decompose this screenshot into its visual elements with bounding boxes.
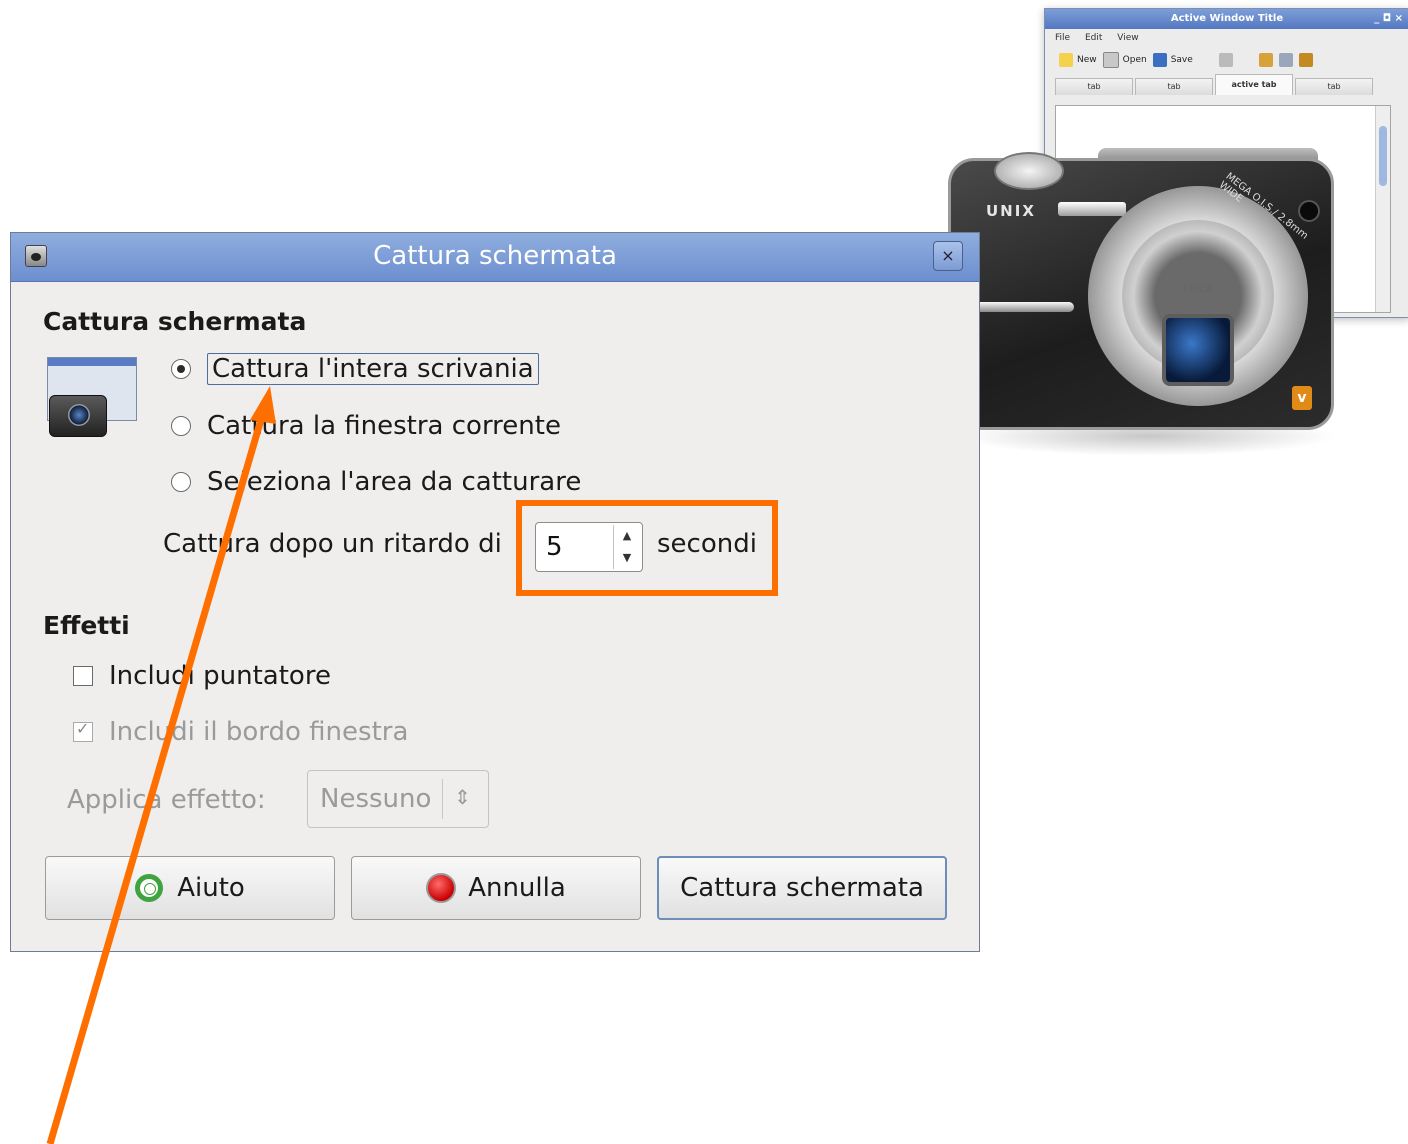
- background-window-toolbar: New Open Save: [1045, 47, 1408, 73]
- help-button[interactable]: Aiuto: [45, 856, 335, 920]
- camera-lens-brand: LEICA: [1184, 284, 1213, 295]
- mini-tab-active: active tab: [1215, 74, 1293, 95]
- option-current-window-label[interactable]: Cattura la finestra corrente: [207, 411, 561, 441]
- copy-icon: [1278, 53, 1293, 67]
- background-window-titlebar: Active Window Title _ ◘ ×: [1045, 9, 1408, 29]
- include-border-option: Includi il bordo finestra: [73, 717, 408, 747]
- mini-tab: tab: [1055, 78, 1133, 95]
- stop-icon: [426, 873, 457, 903]
- menu-file: File: [1055, 33, 1071, 43]
- screenshot-section-icon: [47, 357, 139, 437]
- help-lifebuoy-icon: [135, 874, 164, 902]
- option-whole-desktop[interactable]: Cattura l'intera scrivania: [171, 353, 539, 385]
- mini-tab: tab: [1135, 78, 1213, 95]
- screenshot-dialog: Cattura schermata × Cattura schermata Ca…: [10, 232, 980, 952]
- include-pointer-label[interactable]: Includi puntatore: [109, 661, 331, 691]
- capture-section-heading: Cattura schermata: [43, 307, 307, 336]
- cancel-button[interactable]: Annulla: [351, 856, 641, 920]
- camera-mode-dial: [994, 152, 1064, 190]
- include-border-label: Includi il bordo finestra: [109, 717, 409, 747]
- radio-current-window[interactable]: [171, 416, 191, 436]
- cut-icon: [1258, 53, 1273, 67]
- help-button-label[interactable]: Aiuto: [177, 873, 245, 903]
- include-pointer-option[interactable]: Includi puntatore: [73, 661, 331, 691]
- camera-flash: [1058, 202, 1126, 216]
- option-select-area[interactable]: Seleziona l'area da catturare: [171, 467, 581, 497]
- camera-lens-glass: [1162, 314, 1234, 386]
- menu-view: View: [1117, 33, 1139, 43]
- new-document-icon: [1059, 53, 1073, 67]
- print-icon: [1218, 53, 1233, 67]
- save-disk-icon: [1152, 53, 1167, 67]
- menu-edit: Edit: [1084, 33, 1103, 43]
- background-window-title: Active Window Title: [1170, 13, 1284, 24]
- delay-highlight-box: [516, 500, 778, 596]
- camera-brand: UNIX: [986, 202, 1036, 220]
- delay-label: Cattura dopo un ritardo di: [163, 529, 502, 559]
- camera-badge-icon: v: [1292, 386, 1312, 410]
- background-window-controls: _ ◘ ×: [1374, 13, 1403, 24]
- radio-select-area[interactable]: [171, 472, 191, 492]
- toolbar-new: New: [1059, 53, 1097, 67]
- include-border-checkbox: [73, 719, 93, 742]
- open-folder-icon: [1102, 52, 1119, 68]
- toolbar-save: Save: [1152, 53, 1193, 67]
- camera-grip: [970, 302, 1074, 312]
- mini-tab: tab: [1295, 78, 1373, 95]
- option-whole-desktop-label[interactable]: Cattura l'intera scrivania: [207, 353, 539, 385]
- dialog-titlebar[interactable]: Cattura schermata ×: [11, 233, 979, 282]
- cancel-button-label[interactable]: Annulla: [468, 873, 566, 903]
- dialog-title: Cattura schermata: [373, 241, 617, 271]
- apply-effect-value: Nessuno: [320, 784, 432, 814]
- background-window-scrollbar: [1375, 106, 1390, 312]
- capture-button-label[interactable]: Cattura schermata: [680, 873, 924, 903]
- toolbar-open: Open: [1102, 52, 1147, 68]
- paste-icon: [1298, 53, 1313, 67]
- camera-sensor-dot: [1298, 200, 1320, 222]
- background-window-menu: File Edit View: [1045, 29, 1408, 47]
- radio-whole-desktop[interactable]: [171, 359, 191, 379]
- option-select-area-label[interactable]: Seleziona l'area da catturare: [207, 467, 581, 497]
- capture-button[interactable]: Cattura schermata: [657, 856, 947, 920]
- apply-effect-combo: Nessuno ⇕: [307, 770, 489, 828]
- camera-illustration: UNIX MEGA O.I.S./ 2.8mm WIDE LEICA v: [948, 148, 1338, 456]
- updown-icon: ⇕: [454, 785, 471, 809]
- effects-section-heading: Effetti: [43, 611, 130, 640]
- include-pointer-checkbox[interactable]: [73, 666, 93, 686]
- option-current-window[interactable]: Cattura la finestra corrente: [171, 411, 561, 441]
- close-button[interactable]: ×: [933, 241, 963, 271]
- apply-effect-label: Applica effetto:: [67, 785, 266, 815]
- background-window-tabs: tab tab active tab tab: [1045, 73, 1408, 95]
